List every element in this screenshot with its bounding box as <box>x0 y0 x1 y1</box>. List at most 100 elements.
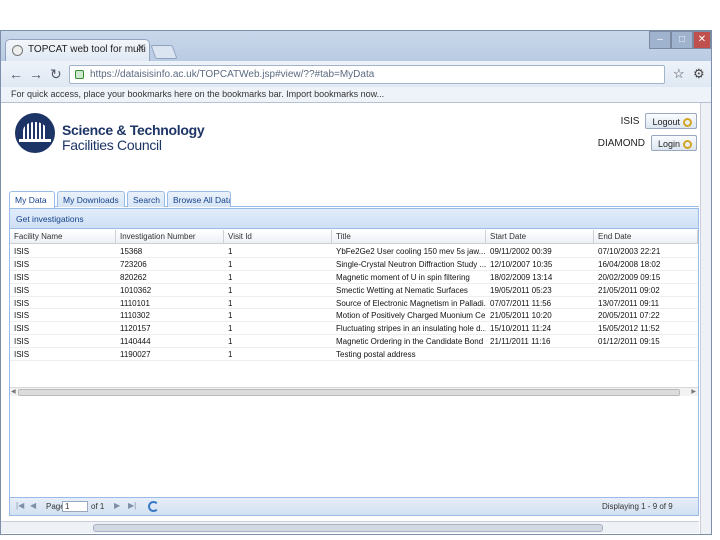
browser-tab-title: TOPCAT web tool for multi <box>28 44 146 55</box>
table-cell: 21/11/2011 11:16 <box>490 337 551 347</box>
table-cell: 13/07/2011 09:11 <box>598 298 660 308</box>
next-page-icon[interactable]: ▶ <box>114 501 120 510</box>
table-cell: 01/12/2011 09:15 <box>598 337 660 347</box>
table-row[interactable]: ISIS 820262 1 Magnetic moment of U in spin … <box>10 271 698 284</box>
table-row[interactable]: ISIS 1140444 1 Magnetic Ordering in the Can… <box>10 335 698 349</box>
desktop: TOPCAT web tool for multi ✕ – □ ✕ ← → ↻ … <box>0 0 720 540</box>
prev-page-icon[interactable]: ◀ <box>30 501 36 510</box>
org-name: Science & Technology Facilities Council <box>62 122 205 153</box>
table-cell: ISIS <box>14 311 30 321</box>
table-cell: 723206 <box>120 259 147 269</box>
facility-row-diamond: DIAMOND Login <box>598 135 697 151</box>
first-page-icon[interactable]: |◀ <box>16 501 24 510</box>
logout-button[interactable]: Logout <box>645 113 697 129</box>
page-hscrollbar[interactable] <box>1 521 699 533</box>
key-icon <box>683 139 692 149</box>
table-cell: Source of Electronic Magnetism in Pallad… <box>336 298 486 308</box>
refresh-icon[interactable] <box>148 501 159 512</box>
table-cell: 20/02/2009 09:15 <box>598 272 661 282</box>
table-cell: ISIS <box>14 350 30 360</box>
table-cell: 21/05/2011 09:02 <box>598 285 660 295</box>
table-cell: 1010362 <box>120 285 152 295</box>
sun-icon <box>23 122 47 140</box>
last-page-icon[interactable]: ▶| <box>128 501 136 510</box>
page-number-input[interactable]: 1 <box>62 501 88 512</box>
table-hscrollbar[interactable]: ◀ ▶ <box>10 387 698 396</box>
table-cell: 1140444 <box>120 337 151 347</box>
column-header[interactable]: Facility Name <box>10 230 116 244</box>
forward-icon[interactable]: → <box>29 65 43 83</box>
investigations-panel: Get investigations Facility Name Investi… <box>9 208 699 516</box>
login-button[interactable]: Login <box>650 135 697 151</box>
org-name-line2: Facilities Council <box>62 137 162 153</box>
favicon-icon <box>12 45 23 56</box>
tab-strip: TOPCAT web tool for multi ✕ – □ ✕ <box>1 31 711 61</box>
table-cell: 820262 <box>120 272 147 282</box>
column-header[interactable]: Start Date <box>486 230 594 244</box>
table-cell: Smectic Wetting at Nematic Surfaces <box>336 285 468 295</box>
star-icon[interactable]: ☆ <box>673 66 685 82</box>
table-row[interactable]: ISIS 1110101 1 Source of Electronic Magneti… <box>10 297 698 310</box>
back-icon[interactable]: ← <box>9 65 23 83</box>
table-cell: Magnetic Ordering in the Candidate Bond <box>336 337 484 347</box>
table-cell: 1 <box>228 324 233 334</box>
table-row[interactable]: ISIS 1010362 1 Smectic Wetting at Nematic S… <box>10 284 698 297</box>
column-header[interactable]: Investigation Number <box>116 230 224 244</box>
column-header-row: Facility Name Investigation Number Visit… <box>10 230 698 244</box>
bookmarks-message[interactable]: For quick access, place your bookmarks h… <box>11 89 384 99</box>
table-cell: 18/02/2009 13:14 <box>490 272 553 282</box>
tab-my-downloads[interactable]: My Downloads <box>57 191 125 207</box>
scroll-thumb[interactable] <box>18 389 680 396</box>
table-cell: ISIS <box>14 324 30 334</box>
bookmarks-bar: For quick access, place your bookmarks h… <box>1 87 711 103</box>
address-bar[interactable]: https://dataisisinfo.ac.uk/TOPCATWeb.jsp… <box>69 65 665 84</box>
table-cell: 07/07/2011 11:56 <box>490 298 552 308</box>
paging-toolbar: |◀ ◀ Page 1 of 1 ▶ ▶| Displaying 1 - 9 o… <box>10 497 698 515</box>
wrench-icon[interactable]: ⚙ <box>693 66 705 82</box>
table-cell: 15368 <box>120 247 143 256</box>
close-window-button[interactable]: ✕ <box>693 31 711 49</box>
table-cell: 09/11/2002 00:39 <box>490 247 552 256</box>
page-scroll-thumb[interactable] <box>93 524 603 532</box>
table-cell: Magnetic moment of U in spin filtering <box>336 272 470 282</box>
minimize-button[interactable]: – <box>649 31 671 49</box>
table-cell: Testing postal address <box>336 350 416 360</box>
investigations-table: ISIS 15368 1 YbFe2Ge2 User cooling 150 mev … <box>10 245 698 362</box>
table-row[interactable]: ISIS 15368 1 YbFe2Ge2 User cooling 150 mev … <box>10 245 698 258</box>
tab-my-data[interactable]: My Data <box>9 191 55 208</box>
table-cell: 1 <box>228 259 233 269</box>
browser-toolbar: ← → ↻ https://dataisisinfo.ac.uk/TOPCATW… <box>1 61 711 87</box>
scroll-left-icon[interactable]: ◀ <box>11 388 16 395</box>
scroll-right-icon[interactable]: ▶ <box>691 388 696 395</box>
new-tab-button[interactable] <box>150 45 178 59</box>
table-cell: 1 <box>228 285 233 295</box>
table-cell: 15/10/2011 11:24 <box>490 324 552 334</box>
table-cell <box>486 348 594 360</box>
tab-search[interactable]: Search <box>127 191 165 207</box>
table-cell: ISIS <box>14 247 30 256</box>
browser-tab[interactable]: TOPCAT web tool for multi ✕ <box>5 39 150 61</box>
column-header[interactable]: Visit Id <box>224 230 332 244</box>
table-row[interactable]: ISIS 723206 1 Single-Crystal Neutron Diffra… <box>10 258 698 271</box>
page-vscrollbar[interactable] <box>700 103 711 534</box>
table-row[interactable]: ISIS 1110302 1 Motion of Positively Charged… <box>10 309 698 323</box>
table-cell: 21/05/2011 10:20 <box>490 311 552 321</box>
facility-name: DIAMOND <box>597 137 645 149</box>
panel-title: Get investigations <box>10 209 698 229</box>
maximize-button[interactable]: □ <box>671 31 693 49</box>
table-cell: 16/04/2008 18:02 <box>598 259 661 269</box>
tab-browse-all-data[interactable]: Browse All Data <box>167 191 231 207</box>
column-header[interactable]: Title <box>332 230 486 244</box>
displaying-status: Displaying 1 - 9 of 9 <box>602 502 673 511</box>
table-row[interactable]: ISIS 1190027 1 Testing postal address <box>10 348 698 362</box>
column-header[interactable]: End Date <box>594 230 698 244</box>
table-row[interactable]: ISIS 1120157 1 Fluctuating stripes in an in… <box>10 322 698 336</box>
stfc-logo <box>15 113 55 153</box>
table-cell: 1 <box>228 247 233 256</box>
table-cell: ISIS <box>14 337 30 347</box>
table-cell: Fluctuating stripes in an insulating hol… <box>336 324 486 334</box>
org-name-line1: Science & Technology <box>62 122 205 138</box>
reload-icon[interactable]: ↻ <box>50 65 62 83</box>
close-tab-icon[interactable]: ✕ <box>137 43 145 54</box>
table-cell: 20/05/2011 07:22 <box>598 311 660 321</box>
